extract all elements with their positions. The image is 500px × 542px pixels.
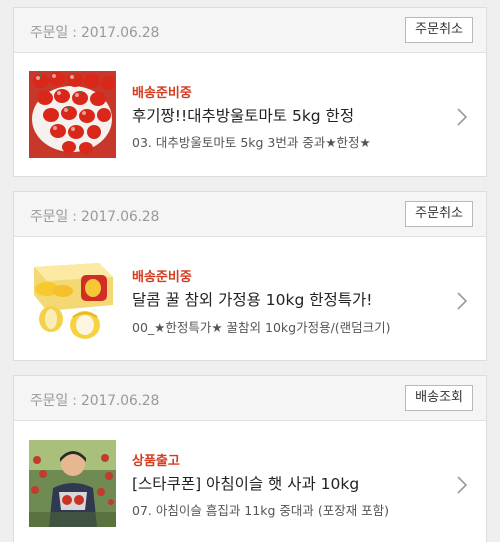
order-date: 주문일 : 2017.06.28	[30, 25, 160, 41]
korean-melon-box-image	[29, 255, 116, 342]
product-thumbnail	[29, 440, 116, 527]
order-status: 배송준비중	[132, 270, 192, 285]
order-item[interactable]: 배송준비중 후기짱!!대추방울토마토 5kg 한정 03. 대추방울토마토 5k…	[14, 53, 486, 176]
order-header: 주문일 : 2017.06.28 주문취소	[14, 192, 486, 237]
product-option: 00_★한정특가★ 꿀참외 10kg가정용/(랜덤크기)	[132, 320, 391, 335]
product-option: 03. 대추방울토마토 5kg 3번과 중과★한정★	[132, 135, 371, 150]
order-item[interactable]: 상품출고 [스타쿠폰] 아침이슬 햇 사과 10kg 07. 아침이슬 흠집과 …	[14, 421, 486, 542]
order-status: 상품출고	[132, 454, 180, 469]
product-title: 달콤 꿀 참외 가정용 10kg 한정특가!	[132, 291, 373, 309]
product-title: 후기짱!!대추방울토마토 5kg 한정	[132, 107, 355, 125]
apple-farmer-photo	[29, 440, 116, 527]
order-date: 주문일 : 2017.06.28	[30, 209, 160, 225]
chevron-right-icon	[457, 292, 468, 310]
order-item[interactable]: 배송준비중 달콤 꿀 참외 가정용 10kg 한정특가! 00_★한정특가★ 꿀…	[14, 237, 486, 360]
chevron-right-icon	[457, 476, 468, 494]
order-card: 주문일 : 2017.06.28 주문취소 배송준비중 달콤 꿀 참외 가정용 …	[13, 191, 487, 361]
product-title: [스타쿠폰] 아침이슬 햇 사과 10kg	[132, 475, 360, 493]
cancel-order-button[interactable]: 주문취소	[405, 201, 473, 227]
track-delivery-button[interactable]: 배송조회	[405, 385, 473, 411]
cancel-order-button[interactable]: 주문취소	[405, 17, 473, 43]
order-card: 주문일 : 2017.06.28 주문취소 배송준비중 후기짱!!대추방울토마토…	[13, 7, 487, 177]
order-card: 주문일 : 2017.06.28 배송조회 상품출고 [스타쿠폰] 아침이슬 햇…	[13, 375, 487, 542]
order-date: 주문일 : 2017.06.28	[30, 393, 160, 409]
product-thumbnail	[29, 255, 116, 342]
product-option: 07. 아침이슬 흠집과 11kg 중대과 (포장재 포함)	[132, 503, 390, 518]
chevron-right-icon	[457, 108, 468, 126]
order-header: 주문일 : 2017.06.28 주문취소	[14, 8, 486, 53]
cherry-tomatoes-image	[29, 71, 116, 158]
order-header: 주문일 : 2017.06.28 배송조회	[14, 376, 486, 421]
product-thumbnail	[29, 71, 116, 158]
order-status: 배송준비중	[132, 86, 192, 101]
